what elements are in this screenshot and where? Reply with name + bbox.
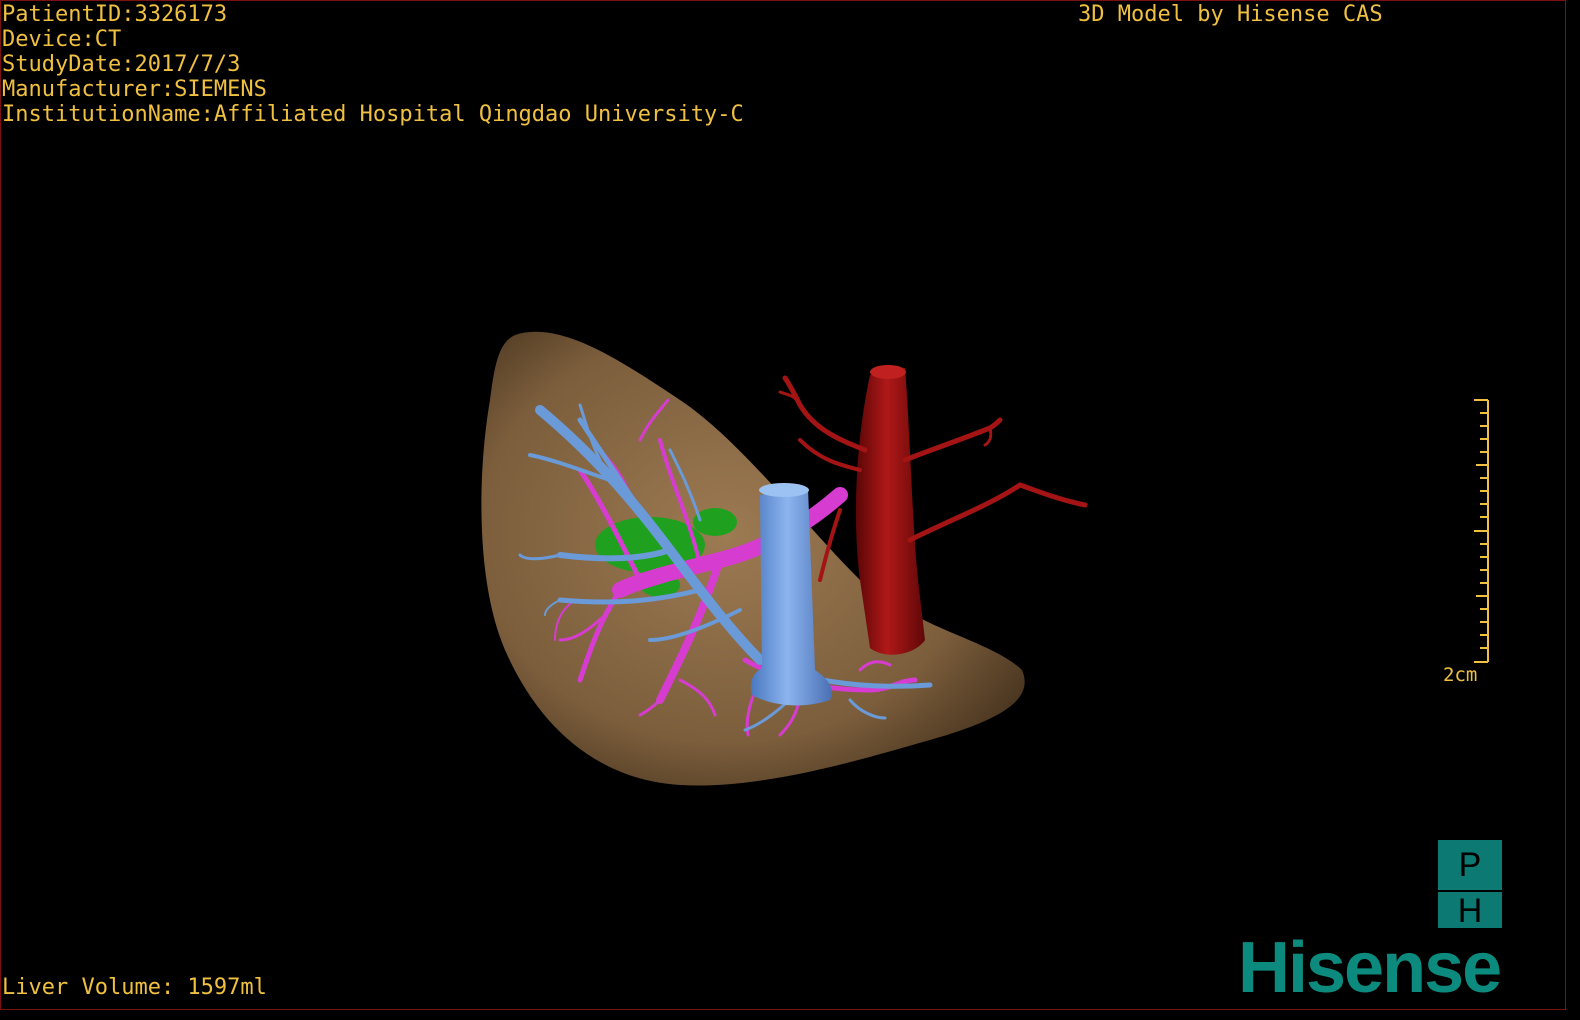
scale-bar-label: 2cm (1443, 664, 1478, 686)
ph-letter-top: P (1458, 846, 1482, 884)
scale-bar (1474, 399, 1489, 663)
ph-orientation-logo[interactable]: P H (1438, 840, 1502, 930)
3d-liver-model[interactable] (0, 0, 1566, 1010)
device: Device:CT (2, 27, 122, 52)
patient-id: PatientID:3326173 (2, 2, 228, 27)
model-title: 3D Model by Hisense CAS (1078, 2, 1383, 27)
dicom-info-overlay: PatientID:3326173 Device:CT StudyDate:20… (2, 2, 744, 127)
ph-letter-bottom: H (1457, 892, 1483, 930)
institution-name: InstitutionName:Affiliated Hospital Qing… (2, 102, 744, 127)
hisense-logo: Hisense (1238, 928, 1502, 1008)
study-date: StudyDate:2017/7/3 (2, 52, 241, 77)
liver-surface (481, 331, 1025, 786)
liver-volume: Liver Volume: 1597ml (2, 975, 267, 1000)
manufacturer: Manufacturer:SIEMENS (2, 77, 267, 102)
